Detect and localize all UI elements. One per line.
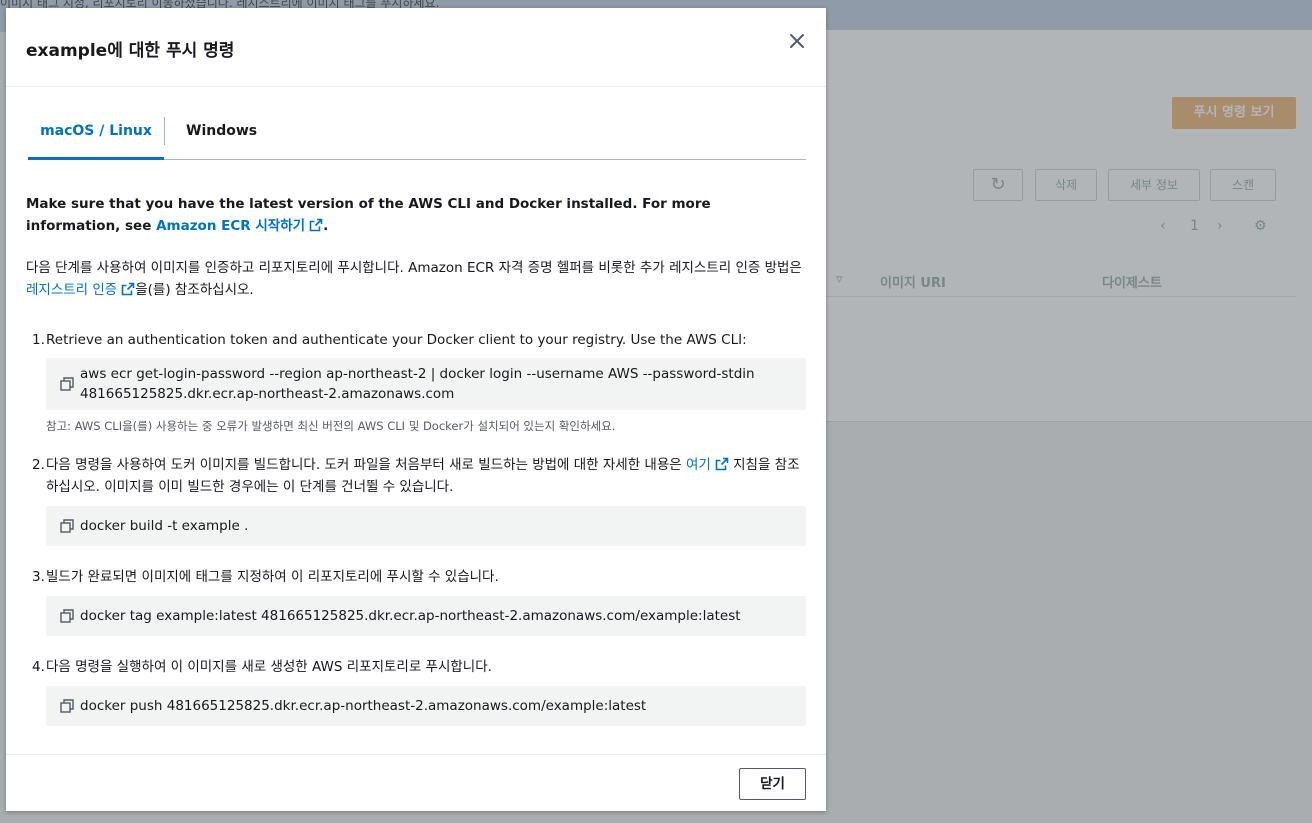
step-text: Retrieve an authentication token and aut…: [46, 332, 747, 348]
step-text-before: 다음 명령을 사용하여 도커 이미지를 빌드합니다. 도커 파일을 처음부터 새…: [46, 457, 686, 473]
step-number: 1.: [32, 332, 45, 348]
modal-header: example에 대한 푸시 명령: [6, 8, 826, 87]
registry-auth-link-label: 레지스트리 인증: [26, 282, 118, 298]
step-text: 다음 명령을 사용하여 도커 이미지를 빌드합니다. 도커 파일을 처음부터 새…: [46, 454, 806, 498]
command-text[interactable]: docker tag example:latest 481665125825.d…: [80, 606, 741, 626]
external-link-icon: [715, 457, 729, 471]
auth-description-end: 을(를) 참조하십시오.: [135, 282, 254, 298]
push-commands-modal: example에 대한 푸시 명령 macOS / Linux Windows …: [6, 8, 826, 811]
tab-list: macOS / Linux Windows: [28, 112, 806, 160]
copy-icon[interactable]: [60, 699, 74, 713]
step-text: 다음 명령을 실행하여 이 이미지를 새로 생성한 AWS 리포지토리로 푸시합…: [46, 659, 492, 675]
tab-macos-linux[interactable]: macOS / Linux: [28, 112, 164, 160]
prerequisite-text-body: Make sure that you have the latest versi…: [26, 196, 711, 234]
step-text: 빌드가 완료되면 이미지에 태그를 지정하여 이 리포지토리에 푸시할 수 있습…: [46, 569, 499, 585]
close-icon: [790, 34, 804, 48]
registry-auth-link[interactable]: 레지스트리 인증: [26, 282, 135, 298]
getting-started-link-label: Amazon ECR 시작하기: [156, 218, 306, 234]
cli-note: 참고: AWS CLI을(를) 사용하는 중 오류가 발생하면 최신 버전의 A…: [46, 419, 616, 433]
dockerfile-guide-link-label: 여기: [685, 457, 711, 473]
command-box-tag: docker tag example:latest 481665125825.d…: [46, 596, 806, 636]
copy-icon[interactable]: [60, 609, 74, 623]
command-box-push: docker push 481665125825.dkr.ecr.ap-nort…: [46, 686, 806, 726]
prerequisite-text-end: .: [323, 218, 329, 234]
copy-icon[interactable]: [60, 519, 74, 533]
getting-started-link[interactable]: Amazon ECR 시작하기: [156, 218, 323, 234]
external-link-icon: [309, 218, 323, 232]
close-button[interactable]: [784, 28, 810, 54]
step-number: 4.: [32, 659, 45, 675]
modal-footer: 닫기: [6, 754, 826, 811]
step-number: 3.: [32, 569, 45, 585]
prerequisite-text: Make sure that you have the latest versi…: [26, 193, 796, 237]
external-link-icon: [121, 282, 135, 296]
modal-title: example에 대한 푸시 명령: [26, 41, 235, 61]
tab-windows[interactable]: Windows: [186, 112, 257, 159]
tab-divider: [164, 117, 165, 145]
close-modal-button[interactable]: 닫기: [739, 768, 806, 800]
auth-description: 다음 단계를 사용하여 이미지를 인증하고 리포지토리에 푸시합니다. Amaz…: [26, 257, 804, 301]
dockerfile-guide-link[interactable]: 여기: [686, 457, 729, 473]
auth-description-body: 다음 단계를 사용하여 이미지를 인증하고 리포지토리에 푸시합니다. Amaz…: [26, 260, 802, 276]
command-text[interactable]: docker build -t example .: [80, 516, 248, 536]
command-text[interactable]: aws ecr get-login-password --region ap-n…: [80, 364, 755, 404]
command-text[interactable]: docker push 481665125825.dkr.ecr.ap-nort…: [80, 696, 646, 716]
command-box-build: docker build -t example .: [46, 506, 806, 546]
copy-icon[interactable]: [60, 377, 74, 391]
command-box-login: aws ecr get-login-password --region ap-n…: [46, 358, 806, 410]
step-number: 2.: [32, 457, 45, 473]
